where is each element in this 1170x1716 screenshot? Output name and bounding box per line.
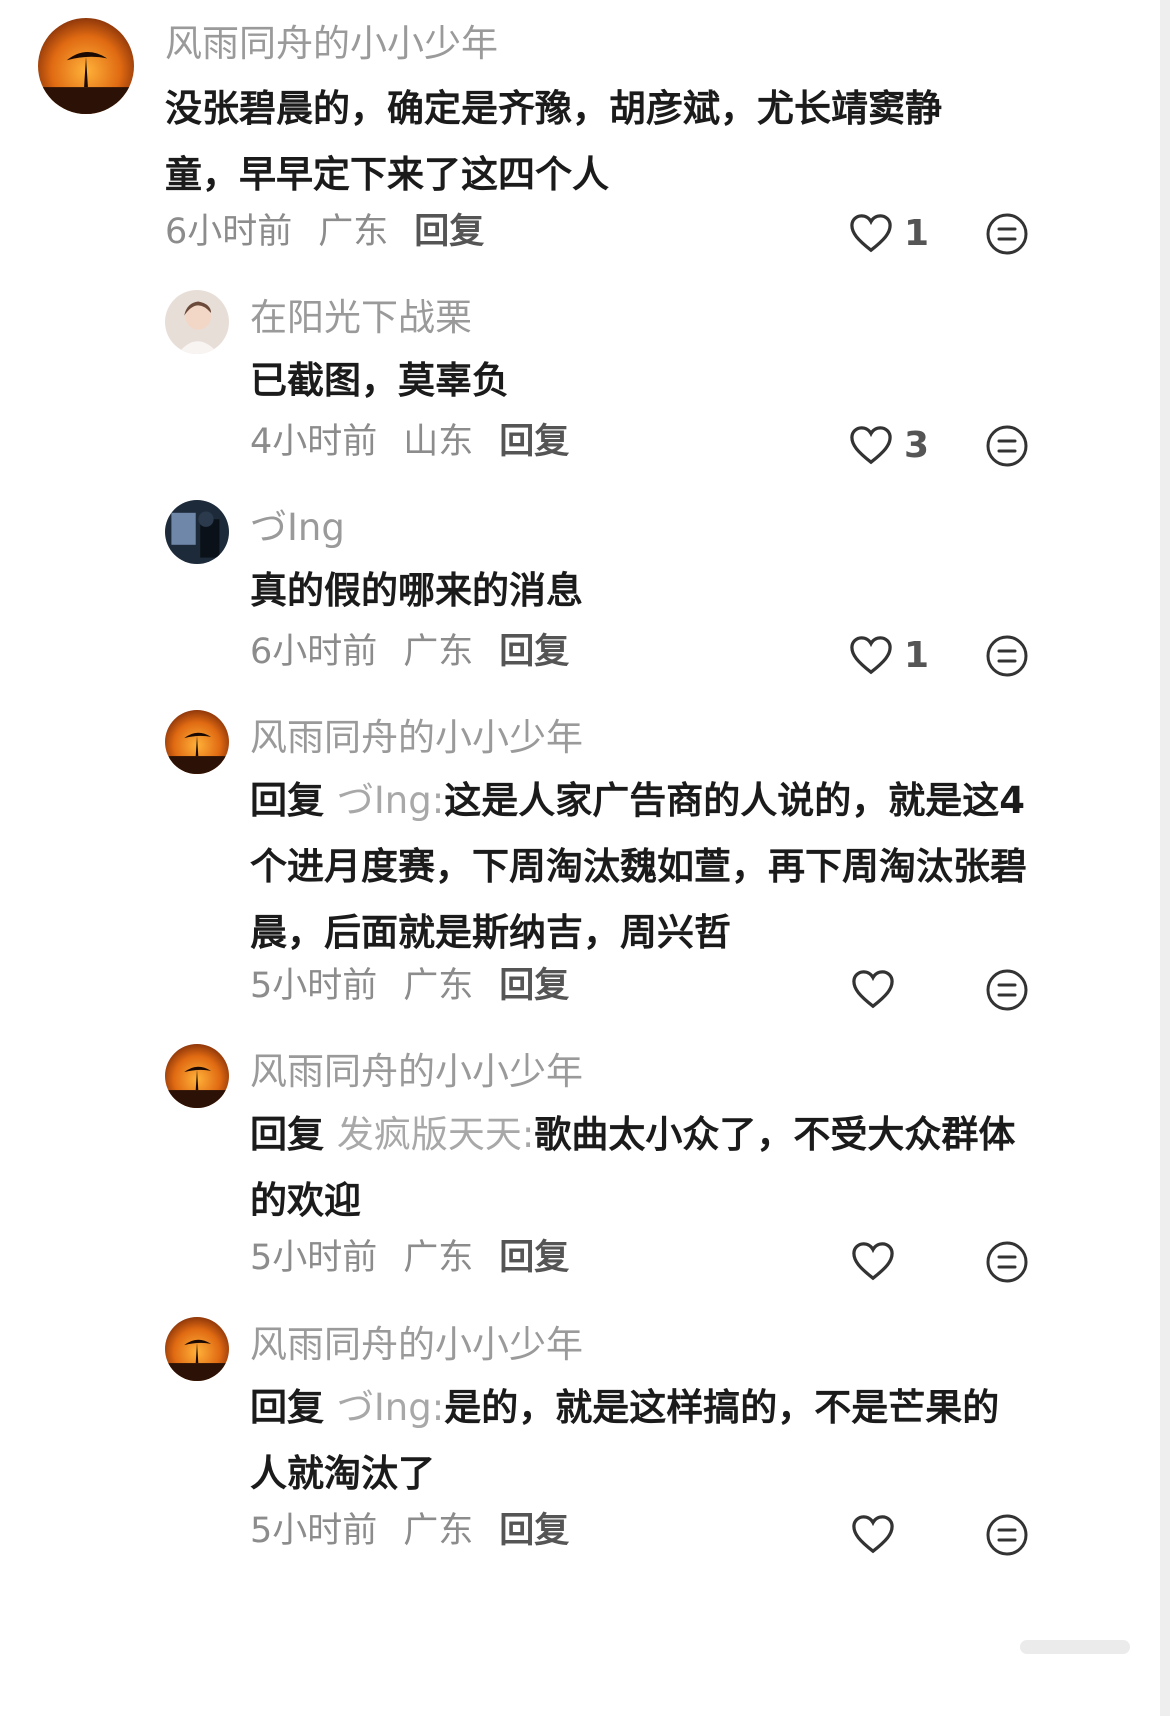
reply-button[interactable]: 回复 <box>499 422 569 462</box>
neutral-face-icon <box>986 425 1028 467</box>
mention-link[interactable]: づIng: <box>337 1386 444 1429</box>
comment-text: 真的假的哪来的消息 <box>250 558 1000 624</box>
reply-item: 在阳光下战栗 已截图，莫辜负 4小时前 山东 回复 3 <box>0 280 1150 490</box>
reply-item: 风雨同舟的小小少年 回复 发疯版天天:歌曲太小众了，不受大众群体的欢迎 5小时前… <box>0 1040 1150 1315</box>
neutral-face-icon <box>986 1514 1028 1556</box>
sunset-tree-avatar-icon <box>165 1317 229 1381</box>
mention-link[interactable]: 发疯版天天: <box>337 1113 534 1156</box>
reply-prefix: 回复 <box>250 1386 324 1429</box>
reply-button[interactable]: 回复 <box>499 632 569 672</box>
comment-time: 5小时前 <box>250 1238 378 1278</box>
comment-username[interactable]: 风雨同舟的小小少年 <box>250 1048 583 1096</box>
avatar[interactable] <box>165 500 229 564</box>
avatar[interactable] <box>165 1044 229 1108</box>
neutral-face-icon <box>986 635 1028 677</box>
comment-time: 6小时前 <box>165 212 293 252</box>
comment-location: 广东 <box>318 212 389 252</box>
like-button[interactable] <box>850 1238 960 1286</box>
sunset-tree-avatar-icon <box>165 1044 229 1108</box>
comment-text: 已截图，莫辜负 <box>250 348 1000 414</box>
heart-icon <box>850 636 892 675</box>
comment-username[interactable]: 风雨同舟的小小少年 <box>250 714 583 762</box>
reply-button[interactable]: 回复 <box>499 966 569 1006</box>
person-avatar-icon <box>165 290 229 354</box>
comment-item: 风雨同舟的小小少年 没张碧晨的，确定是齐豫，胡彦斌，尤长靖窦静童，早早定下来了这… <box>0 0 1150 280</box>
avatar[interactable] <box>165 1317 229 1381</box>
comment-text: 回复 づIng:是的，就是这样搞的，不是芒果的人就淘汰了 <box>250 1375 1010 1507</box>
comment-time: 5小时前 <box>250 1511 378 1551</box>
comment-text: 回复 发疯版天天:歌曲太小众了，不受大众群体的欢迎 <box>250 1102 1030 1234</box>
like-button[interactable] <box>850 1511 960 1559</box>
neutral-face-icon <box>986 213 1028 255</box>
sunset-tree-avatar-icon <box>165 710 229 774</box>
avatar[interactable] <box>165 290 229 354</box>
comment-time: 5小时前 <box>250 966 378 1006</box>
like-button[interactable] <box>850 966 960 1014</box>
like-count: 3 <box>904 425 930 466</box>
comment-location: 山东 <box>403 422 474 462</box>
more-options-button[interactable] <box>985 212 1029 256</box>
comment-location: 广东 <box>403 966 474 1006</box>
comment-meta: 5小时前 广东 回复 <box>250 1234 595 1282</box>
comment-meta: 6小时前 广东 回复 <box>250 628 595 676</box>
reply-prefix: 回复 <box>250 1113 324 1156</box>
reply-button[interactable]: 回复 <box>499 1511 569 1551</box>
comment-meta: 5小时前 广东 回复 <box>250 962 595 1010</box>
comment-text: 没张碧晨的，确定是齐豫，胡彦斌，尤长靖窦静童，早早定下来了这四个人 <box>165 76 995 208</box>
like-count: 1 <box>904 213 930 254</box>
comment-time: 4小时前 <box>250 422 378 462</box>
reply-item: 风雨同舟的小小少年 回复 づIng:是的，就是这样搞的，不是芒果的人就淘汰了 5… <box>0 1315 1150 1716</box>
neutral-face-icon <box>986 969 1028 1011</box>
more-options-button[interactable] <box>985 424 1029 468</box>
comment-meta: 6小时前 广东 回复 <box>165 208 510 256</box>
like-button[interactable]: 3 <box>848 422 958 470</box>
reply-item: 风雨同舟的小小少年 回复 づIng:这是人家广告商的人说的，就是这4个进月度赛，… <box>0 700 1150 1040</box>
dark-photo-avatar-icon <box>165 500 229 564</box>
comment-username[interactable]: 在阳光下战栗 <box>250 294 472 342</box>
more-options-button[interactable] <box>985 968 1029 1012</box>
like-button[interactable]: 1 <box>848 210 958 258</box>
comment-body: 真的假的哪来的消息 <box>250 569 583 612</box>
reply-button[interactable]: 回复 <box>499 1238 569 1278</box>
comment-meta: 5小时前 广东 回复 <box>250 1507 595 1555</box>
comment-username[interactable]: 风雨同舟的小小少年 <box>250 1321 583 1369</box>
comment-body: 已截图，莫辜负 <box>250 359 509 402</box>
more-options-button[interactable] <box>985 1513 1029 1557</box>
neutral-face-icon <box>986 1241 1028 1283</box>
avatar[interactable] <box>165 710 229 774</box>
comment-location: 广东 <box>403 1238 474 1278</box>
comment-text: 回复 づIng:这是人家广告商的人说的，就是这4个进月度赛，下周淘汰魏如萱，再下… <box>250 768 1030 966</box>
heart-icon <box>852 1515 894 1554</box>
comment-username[interactable]: づIng <box>250 504 345 552</box>
comment-meta: 4小时前 山东 回复 <box>250 418 595 466</box>
comment-username[interactable]: 风雨同舟的小小少年 <box>165 20 498 68</box>
like-count: 1 <box>904 635 930 676</box>
heart-icon <box>852 1242 894 1281</box>
more-options-button[interactable] <box>985 634 1029 678</box>
comment-time: 6小时前 <box>250 632 378 672</box>
heart-icon <box>850 426 892 465</box>
like-button[interactable]: 1 <box>848 632 958 680</box>
comment-location: 广东 <box>403 632 474 672</box>
mention-link[interactable]: づIng: <box>337 779 444 822</box>
comment-body: 没张碧晨的，确定是齐豫，胡彦斌，尤长靖窦静童，早早定下来了这四个人 <box>165 87 942 196</box>
reply-prefix: 回复 <box>250 779 324 822</box>
right-edge-strip <box>1160 0 1170 1716</box>
reply-item: づIng 真的假的哪来的消息 6小时前 广东 回复 1 <box>0 490 1150 700</box>
more-options-button[interactable] <box>985 1240 1029 1284</box>
heart-icon <box>850 214 892 253</box>
sunset-tree-avatar-icon <box>38 18 134 114</box>
watermark-mark-icon <box>1020 1640 1130 1654</box>
avatar[interactable] <box>38 18 134 114</box>
watermark <box>1020 1632 1140 1662</box>
reply-button[interactable]: 回复 <box>414 212 484 252</box>
comment-location: 广东 <box>403 1511 474 1551</box>
heart-icon <box>852 970 894 1009</box>
